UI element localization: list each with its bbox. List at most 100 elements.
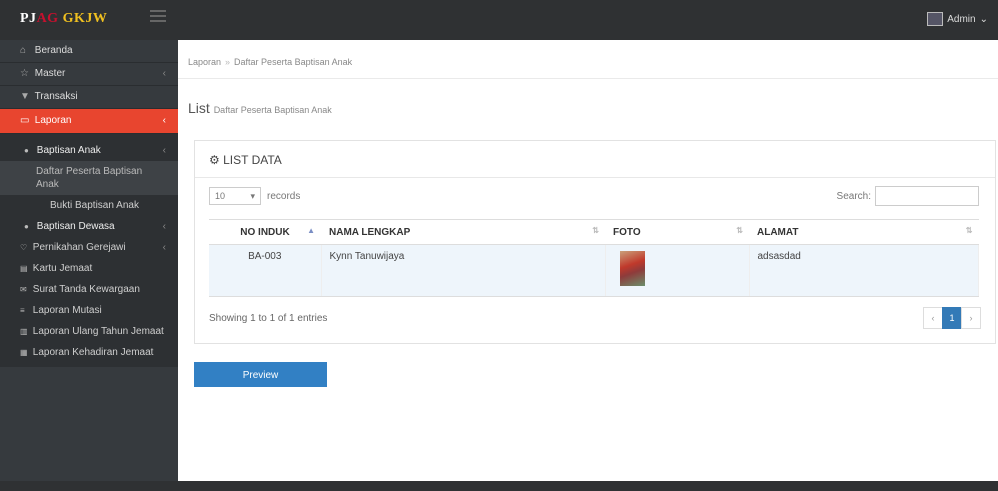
table-header-row: NO INDUK ▲ NAMA LENGKAP ⇅ FOTO ⇅ ALAMAT … xyxy=(209,219,979,245)
footer-bar xyxy=(0,481,998,491)
gear-icon: ⚙ xyxy=(209,153,220,167)
sort-asc-icon: ▲ xyxy=(307,226,315,235)
main-content: Laporan» Daftar Peserta Baptisan Anak Lis… xyxy=(178,40,998,481)
page-1-button[interactable]: 1 xyxy=(942,307,962,329)
column-label: FOTO xyxy=(613,226,641,238)
submenu-laporan-kehadiran-jemaat[interactable]: ▦ Laporan Kehadiran Jemaat xyxy=(0,342,178,363)
sort-icon: ⇅ xyxy=(965,226,973,235)
cell-no-induk: BA-003 xyxy=(209,244,322,297)
cell-alamat: adsasdad xyxy=(749,244,979,297)
filter-icon: ▼ xyxy=(20,91,30,102)
submenu-label: Surat Tanda Kewargaan xyxy=(32,284,140,295)
user-name: Admin xyxy=(947,13,976,25)
search-input[interactable] xyxy=(875,186,979,206)
sort-icon: ⇅ xyxy=(592,226,599,235)
sidebar-item-label: Beranda xyxy=(34,45,73,56)
brand-part-1: PJ xyxy=(20,11,37,26)
heart-icon: ♡ xyxy=(20,243,28,252)
submenu-label: Baptisan Dewasa xyxy=(36,221,115,232)
breadcrumb-separator: » xyxy=(225,57,231,67)
pagination: ‹ 1 › xyxy=(923,307,981,329)
column-label: ALAMAT xyxy=(757,226,799,238)
list-data-card: ⚙ LIST DATA 10 ▾ records Search: NO INDU… xyxy=(194,140,996,344)
circle-icon: ● xyxy=(24,222,29,231)
card-icon: ▤ xyxy=(20,264,28,273)
cell-nama-lengkap: Kynn Tanuwijaya xyxy=(321,244,606,297)
sort-icon: ⇅ xyxy=(736,226,743,235)
data-table: NO INDUK ▲ NAMA LENGKAP ⇅ FOTO ⇅ ALAMAT … xyxy=(209,219,979,297)
sidebar-item-transaksi[interactable]: ▼ Transaksi xyxy=(0,86,178,109)
list-icon: ≡ xyxy=(20,306,25,315)
sidebar-item-laporan[interactable]: ▭ Laporan ‹ xyxy=(0,109,178,134)
records-value: 10 xyxy=(215,191,226,201)
entries-info: Showing 1 to 1 of 1 entries xyxy=(209,313,328,324)
records-control: 10 ▾ records xyxy=(209,187,300,205)
breadcrumb: Laporan » Daftar Peserta Baptisan Anak xyxy=(188,57,352,67)
submenu-kartu-jemaat[interactable]: ▤ Kartu Jemaat xyxy=(0,258,178,279)
user-image-icon xyxy=(927,12,944,26)
preview-button[interactable]: Preview xyxy=(194,362,327,387)
submenu-pernikahan-gerejawi[interactable]: ♡ Pernikahan Gerejawi ‹ xyxy=(0,237,178,258)
prev-page-button[interactable]: ‹ xyxy=(923,307,943,329)
submenu-surat-tanda-kewargaan[interactable]: ✉ Surat Tanda Kewargaan xyxy=(0,279,178,300)
menu-icon[interactable] xyxy=(150,10,166,26)
search-label: Search: xyxy=(836,190,871,202)
card-title-text: LIST DATA xyxy=(223,153,282,167)
table-row[interactable]: BA-003 Kynn Tanuwijaya adsasdad xyxy=(209,244,979,297)
column-label: NAMA LENGKAP xyxy=(329,226,411,238)
laporan-submenu: ● Baptisan Anak ‹ Daftar Peserta Baptisa… xyxy=(0,134,178,367)
chevron-left-icon: ‹ xyxy=(162,221,166,232)
submenu-label: Laporan Mutasi xyxy=(32,305,102,316)
sidebar-item-label: Laporan xyxy=(34,115,72,126)
column-header-nama-lengkap[interactable]: NAMA LENGKAP ⇅ xyxy=(321,219,605,245)
chevron-left-icon: ‹ xyxy=(162,68,166,79)
sidebar-item-master[interactable]: ☆ Master ‹ xyxy=(0,63,178,86)
brand-part-2: AG xyxy=(36,11,59,26)
submenu-bukti-baptisan-anak[interactable]: Bukti Baptisan Anak xyxy=(0,195,178,216)
submenu-label: Kartu Jemaat xyxy=(32,263,93,274)
caret-down-icon: ▾ xyxy=(250,190,255,201)
page-title-text: List xyxy=(188,100,210,116)
brand-part-3: GKJW xyxy=(58,11,108,26)
chevron-left-icon: ‹ xyxy=(162,145,166,156)
user-menu[interactable]: Admin ⌄ xyxy=(927,12,988,26)
circle-icon: ● xyxy=(24,146,29,155)
search-control: Search: xyxy=(837,186,979,206)
star-icon: ☆ xyxy=(20,68,29,79)
column-label: NO INDUK xyxy=(240,226,290,238)
records-per-page-select[interactable]: 10 ▾ xyxy=(209,187,261,205)
breadcrumb-laporan[interactable]: Laporan xyxy=(188,57,221,67)
chevron-left-icon: ‹ xyxy=(162,242,166,253)
column-header-alamat[interactable]: ALAMAT ⇅ xyxy=(749,219,979,245)
chevron-down-icon: ⌄ xyxy=(979,13,988,25)
cell-foto xyxy=(605,244,750,297)
page-title: List Daftar Peserta Baptisan Anak xyxy=(188,100,332,116)
sidebar: ⌂ Beranda ☆ Master ‹ ▼ Transaksi ▭ Lapor… xyxy=(0,40,178,481)
submenu-daftar-peserta-baptisan-anak[interactable]: Daftar Peserta Baptisan Anak xyxy=(0,161,178,195)
submenu-label: Laporan Kehadiran Jemaat xyxy=(32,347,154,358)
submenu-baptisan-anak[interactable]: ● Baptisan Anak ‹ xyxy=(0,140,178,161)
envelope-icon: ✉ xyxy=(20,285,27,294)
submenu-laporan-mutasi[interactable]: ≡ Laporan Mutasi xyxy=(0,300,178,321)
bar-chart-icon: ▥ xyxy=(20,327,28,336)
card-divider xyxy=(195,177,995,178)
top-navbar: PJAG GKJW Admin ⌄ xyxy=(0,0,998,40)
column-header-foto[interactable]: FOTO ⇅ xyxy=(605,219,749,245)
brand-logo[interactable]: PJAG GKJW xyxy=(20,11,107,27)
brand[interactable]: PJAG GKJW xyxy=(0,0,178,40)
print-icon: ▭ xyxy=(20,115,30,126)
submenu-label: Pernikahan Gerejawi xyxy=(32,242,126,253)
page-subtitle: Daftar Peserta Baptisan Anak xyxy=(213,105,332,115)
submenu-baptisan-dewasa[interactable]: ● Baptisan Dewasa ‹ xyxy=(0,216,178,237)
column-header-no-induk[interactable]: NO INDUK ▲ xyxy=(209,219,321,245)
breadcrumb-current: Daftar Peserta Baptisan Anak xyxy=(234,57,353,67)
next-page-button[interactable]: › xyxy=(961,307,981,329)
records-label: records xyxy=(267,190,301,202)
card-title: ⚙ LIST DATA xyxy=(209,153,282,167)
submenu-label: Laporan Ulang Tahun Jemaat xyxy=(32,326,164,337)
table-icon: ▦ xyxy=(20,348,28,357)
breadcrumb-divider xyxy=(178,78,998,79)
submenu-laporan-ulang-tahun-jemaat[interactable]: ▥ Laporan Ulang Tahun Jemaat xyxy=(0,321,178,342)
sidebar-item-beranda[interactable]: ⌂ Beranda xyxy=(0,40,178,63)
home-icon: ⌂ xyxy=(20,45,27,56)
